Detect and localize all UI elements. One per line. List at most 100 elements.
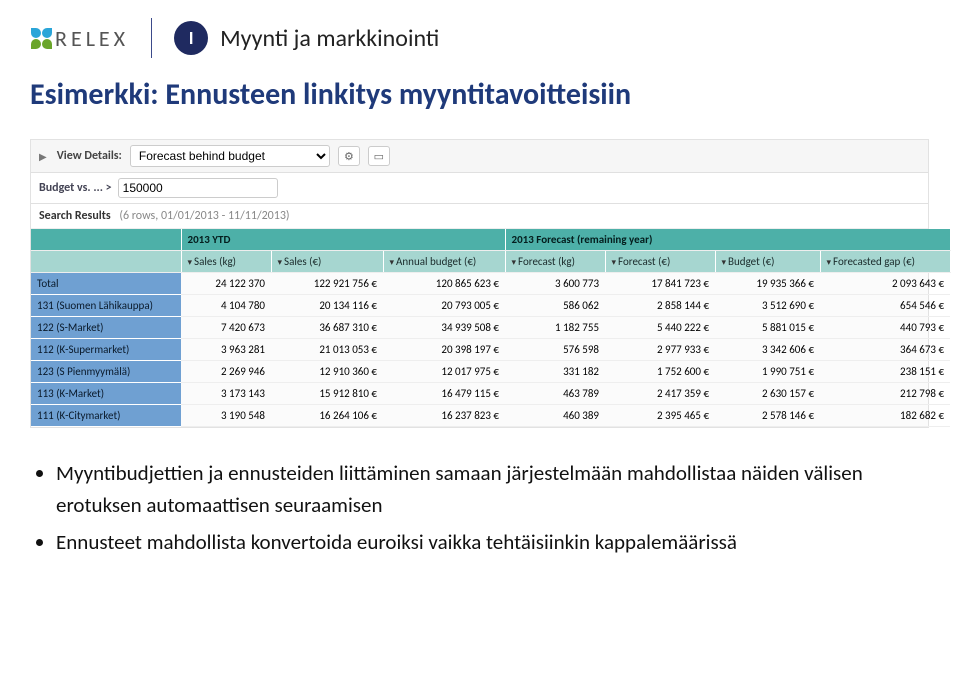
chevron-down-icon: ▾ — [612, 257, 617, 268]
header-row: RELEX I Myynti ja markkinointi — [30, 18, 929, 58]
bullet-list: Myyntibudjettien ja ennusteiden liittämi… — [30, 458, 929, 559]
chevron-down-icon: ▾ — [827, 257, 832, 268]
table-row[interactable]: 113 (K-Market)3 173 14315 912 810 €16 47… — [31, 383, 950, 405]
table-cell: 364 673 € — [820, 339, 950, 361]
table-row[interactable]: Total24 122 370122 921 756 €120 865 623 … — [31, 273, 950, 295]
col-budget-eur[interactable]: ▾Budget (€) — [715, 251, 820, 273]
list-item: Ennusteet mahdollista konvertoida euroik… — [56, 527, 929, 559]
table-cell: 586 062 — [505, 295, 605, 317]
table-cell: 16 479 115 € — [383, 383, 505, 405]
filter-label: Budget vs. ... > — [39, 181, 112, 195]
forecast-panel: ▶ View Details: Forecast behind budget ⚙… — [30, 139, 929, 428]
table-cell: 19 935 366 € — [715, 273, 820, 295]
table-cell: 3 600 773 — [505, 273, 605, 295]
table-cell: 182 682 € — [820, 405, 950, 427]
table-cell: 7 420 673 — [181, 317, 271, 339]
row-label: 122 (S-Market) — [31, 317, 181, 339]
row-label: 113 (K-Market) — [31, 383, 181, 405]
table-cell: 2 417 359 € — [605, 383, 715, 405]
table-cell: 3 342 606 € — [715, 339, 820, 361]
table-cell: 20 398 197 € — [383, 339, 505, 361]
table-row[interactable]: 123 (S Pienmyymälä)2 269 94612 910 360 €… — [31, 361, 950, 383]
table-row[interactable]: 122 (S-Market)7 420 67336 687 310 €34 93… — [31, 317, 950, 339]
table-row[interactable]: 111 (K-Citymarket)3 190 54816 264 106 €1… — [31, 405, 950, 427]
table-cell: 3 190 548 — [181, 405, 271, 427]
row-label: 112 (K-Supermarket) — [31, 339, 181, 361]
col-forecast-kg[interactable]: ▾Forecast (kg) — [505, 251, 605, 273]
page-title: Esimerkki: Ennusteen linkitys myyntitavo… — [30, 76, 929, 113]
col-forecast-eur[interactable]: ▾Forecast (€) — [605, 251, 715, 273]
table-cell: 20 793 005 € — [383, 295, 505, 317]
group-ytd: 2013 YTD — [181, 229, 505, 251]
chevron-down-icon: ▾ — [512, 257, 517, 268]
group-forecast: 2013 Forecast (remaining year) — [505, 229, 950, 251]
table-cell: 238 151 € — [820, 361, 950, 383]
table-cell: 440 793 € — [820, 317, 950, 339]
col-forecast-gap[interactable]: ▾Forecasted gap (€) — [820, 251, 950, 273]
col-blank — [31, 251, 181, 273]
gear-icon[interactable]: ⚙ — [338, 146, 360, 166]
col-annual-budget[interactable]: ▾Annual budget (€) — [383, 251, 505, 273]
col-sales-kg[interactable]: ▾Sales (kg) — [181, 251, 271, 273]
chevron-down-icon: ▾ — [278, 257, 283, 268]
chevron-down-icon: ▾ — [188, 257, 193, 268]
table-cell: 2 977 933 € — [605, 339, 715, 361]
row-label: 131 (Suomen Lähikauppa) — [31, 295, 181, 317]
table-cell: 2 269 946 — [181, 361, 271, 383]
search-results-label: Search Results — [39, 209, 111, 223]
table-cell: 331 182 — [505, 361, 605, 383]
table-cell: 2 395 465 € — [605, 405, 715, 427]
search-results-meta: (6 rows, 01/01/2013 - 11/11/2013) — [119, 209, 289, 223]
view-details-select[interactable]: Forecast behind budget — [130, 145, 330, 167]
filter-input[interactable] — [118, 178, 278, 198]
table-cell: 12 017 975 € — [383, 361, 505, 383]
table-cell: 2 630 157 € — [715, 383, 820, 405]
table-cell: 3 963 281 — [181, 339, 271, 361]
table-cell: 2 578 146 € — [715, 405, 820, 427]
search-results-row: Search Results (6 rows, 01/01/2013 - 11/… — [31, 204, 928, 229]
table-cell: 21 013 053 € — [271, 339, 383, 361]
table-cell: 12 910 360 € — [271, 361, 383, 383]
table-row[interactable]: 112 (K-Supermarket)3 963 28121 013 053 €… — [31, 339, 950, 361]
table-cell: 2 858 144 € — [605, 295, 715, 317]
row-label: Total — [31, 273, 181, 295]
window-icon[interactable]: ▭ — [368, 146, 390, 166]
table-cell: 16 264 106 € — [271, 405, 383, 427]
col-sales-eur[interactable]: ▾Sales (€) — [271, 251, 383, 273]
list-item: Myyntibudjettien ja ennusteiden liittämi… — [56, 458, 929, 521]
table-cell: 17 841 723 € — [605, 273, 715, 295]
row-label: 123 (S Pienmyymälä) — [31, 361, 181, 383]
table-cell: 576 598 — [505, 339, 605, 361]
relex-logo: RELEX — [30, 25, 129, 52]
vertical-divider-icon — [151, 18, 152, 58]
toolbar: ▶ View Details: Forecast behind budget ⚙… — [31, 140, 928, 173]
logo-text: RELEX — [55, 25, 129, 52]
table-row[interactable]: 131 (Suomen Lähikauppa)4 104 78020 134 1… — [31, 295, 950, 317]
table-cell: 460 389 — [505, 405, 605, 427]
table-col-header: ▾Sales (kg) ▾Sales (€) ▾Annual budget (€… — [31, 251, 950, 273]
section-badge: I — [174, 21, 208, 55]
view-details-label: View Details: — [57, 149, 122, 163]
table-cell: 1 752 600 € — [605, 361, 715, 383]
filter-row: Budget vs. ... > — [31, 173, 928, 204]
table-cell: 5 440 222 € — [605, 317, 715, 339]
table-cell: 122 921 756 € — [271, 273, 383, 295]
table-cell: 212 798 € — [820, 383, 950, 405]
table-cell: 463 789 — [505, 383, 605, 405]
table-cell: 654 546 € — [820, 295, 950, 317]
table-cell: 16 237 823 € — [383, 405, 505, 427]
table-cell: 2 093 643 € — [820, 273, 950, 295]
table-cell: 15 912 810 € — [271, 383, 383, 405]
table-cell: 3 512 690 € — [715, 295, 820, 317]
chevron-down-icon: ▾ — [722, 257, 727, 268]
section-label: Myynti ja markkinointi — [220, 24, 439, 53]
table-cell: 4 104 780 — [181, 295, 271, 317]
table-cell: 3 173 143 — [181, 383, 271, 405]
table-group-header: 2013 YTD 2013 Forecast (remaining year) — [31, 229, 950, 251]
table-cell: 1 990 751 € — [715, 361, 820, 383]
chevron-down-icon: ▾ — [390, 257, 395, 268]
chevron-right-icon[interactable]: ▶ — [39, 150, 47, 163]
table-cell: 36 687 310 € — [271, 317, 383, 339]
forecast-table: 2013 YTD 2013 Forecast (remaining year) … — [31, 229, 951, 427]
table-cell: 20 134 116 € — [271, 295, 383, 317]
